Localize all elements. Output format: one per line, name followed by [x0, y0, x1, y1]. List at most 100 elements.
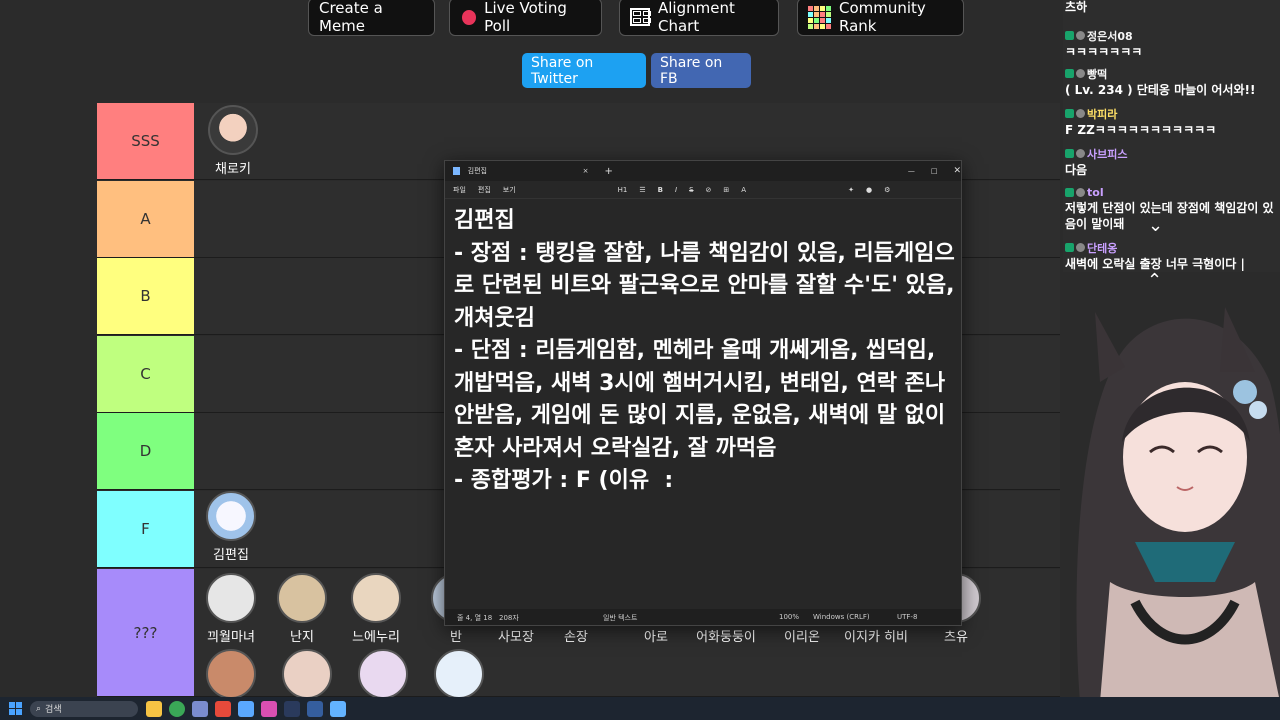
chat-badge-icon	[1065, 188, 1074, 197]
windows-start-icon[interactable]	[9, 702, 22, 715]
tier-label-d: D	[97, 413, 194, 489]
close-icon[interactable]: ✕	[953, 166, 961, 176]
chat-badge-icon	[1076, 69, 1085, 78]
strikethrough-icon[interactable]: S	[689, 186, 693, 194]
avatar	[208, 105, 258, 155]
avatar	[206, 573, 256, 623]
notepad-statusbar: 줄 4, 열 18 208자 일반 텍스트 100% Windows (CRLF…	[445, 609, 961, 625]
chat-text: 다음	[1065, 163, 1088, 177]
chat-badge-icon	[1076, 109, 1085, 118]
alignment-chart-label: Alignment Chart	[658, 0, 735, 35]
tab-close-icon[interactable]: ×	[583, 167, 589, 175]
tier-label-sss: SSS	[97, 103, 194, 179]
chat-badge-icon	[1076, 188, 1085, 197]
avatar[interactable]	[282, 649, 332, 699]
table-icon[interactable]: ⊞	[723, 186, 729, 194]
italic-icon[interactable]: I	[675, 186, 677, 194]
notepad-tab-title[interactable]: 김편집	[468, 166, 563, 176]
tier-label-c: C	[97, 336, 194, 412]
chat-badge-icon	[1076, 243, 1085, 252]
create-meme-label: Create a Meme	[319, 0, 383, 35]
alignment-chart-button[interactable]: Alignment Chart	[619, 0, 779, 36]
item-name: 사모장	[498, 630, 534, 645]
chat-message: tol 저렇게 단점이 있는데 장점에 책임감이 있음이 말이돼	[1065, 185, 1275, 232]
status-chars: 208자	[499, 614, 519, 622]
chat-username-row: 빵떡	[1065, 66, 1275, 81]
app-icon[interactable]	[238, 700, 254, 717]
share-fb-label: Share on FB	[660, 54, 723, 87]
app-icon[interactable]	[307, 700, 323, 717]
chat-username[interactable]: 박피라	[1087, 106, 1117, 122]
account-icon[interactable]: ●	[866, 186, 872, 194]
clear-format-icon[interactable]: A	[741, 186, 746, 194]
notepad-text-area[interactable]: 김편집 - 장점 : 탱킹을 잘함, 나름 책임감이 있음, 리듬게임으로 단련…	[454, 205, 955, 607]
list-icon[interactable]: ☰	[639, 186, 645, 194]
avatar[interactable]	[434, 649, 484, 699]
app-icon[interactable]	[215, 700, 231, 717]
item-name: 끠월마녀	[207, 630, 255, 645]
item-name: 난지	[290, 630, 314, 645]
tier-item-chaeroki[interactable]: 채로키	[194, 105, 272, 177]
heading-dropdown[interactable]: H1	[618, 186, 628, 194]
community-rank-label: Community Rank	[839, 0, 926, 35]
chat-username[interactable]: 정은서08	[1087, 28, 1133, 44]
copilot-icon[interactable]: ✦	[848, 186, 854, 194]
taskbar-search[interactable]: ⌕ 검색	[30, 700, 138, 717]
live-voting-poll-button[interactable]: Live Voting Poll	[449, 0, 602, 36]
chat-message: 단테옹 새벽에 오락실 출장 너무 극혐이다 |	[1065, 240, 1275, 272]
taskbar-apps	[146, 700, 353, 717]
chat-text: 저렇게 단점이 있는데 장점에 책임감이 있음이 말이돼	[1065, 201, 1274, 231]
tier-item-unranked[interactable]: 끠월마녀	[192, 573, 270, 645]
new-tab-icon[interactable]: +	[604, 166, 612, 177]
app-icon[interactable]	[261, 700, 277, 717]
status-position: 줄 4, 열 18	[457, 614, 493, 622]
chat-username[interactable]: 사브피스	[1087, 146, 1127, 162]
settings-gear-icon[interactable]: ⚙	[884, 186, 890, 194]
chrome-icon[interactable]	[169, 700, 185, 717]
item-name: 어화둥둥이	[696, 630, 756, 645]
tier-item-unranked[interactable]: 난지	[263, 573, 341, 645]
folder-icon[interactable]	[146, 700, 162, 717]
status-format: 일반 텍스트	[603, 614, 638, 622]
avatar[interactable]	[206, 649, 256, 699]
avatar[interactable]	[358, 649, 408, 699]
chat-username[interactable]: 빵떡	[1087, 66, 1107, 82]
chat-username-row: 정은서08	[1065, 28, 1275, 43]
notepad-taskbar-icon[interactable]	[330, 700, 346, 717]
live-voting-poll-label: Live Voting Poll	[484, 0, 567, 35]
maximize-icon[interactable]: □	[931, 167, 938, 175]
taskbar: ⌕ 검색	[0, 697, 1280, 720]
menu-view[interactable]: 보기	[503, 185, 516, 195]
item-name: 이지카 히비	[844, 630, 908, 645]
share-fb-button[interactable]: Share on FB	[651, 53, 751, 88]
notepad-icon	[453, 167, 460, 175]
chat-badge-icon	[1065, 109, 1074, 118]
item-name: 반	[450, 630, 462, 645]
chat-username[interactable]: 단테옹	[1087, 240, 1117, 256]
bold-icon[interactable]: B	[658, 186, 663, 194]
search-label: 검색	[45, 705, 62, 715]
tier-item-unranked[interactable]: 느에누리	[337, 573, 415, 645]
stream-screen: Create a Meme Live Voting Poll Alignment…	[0, 0, 1280, 720]
app-icon[interactable]	[284, 700, 300, 717]
chat-username-row: 단테옹	[1065, 240, 1275, 255]
chat-badge-icon	[1065, 69, 1074, 78]
notepad-window[interactable]: 김편집 × + — □ ✕ 파일 편집 보기 H1 ☰ B I S ⊘ ⊞ A …	[444, 160, 962, 626]
tier-label-b: B	[97, 258, 194, 334]
community-rank-button[interactable]: Community Rank	[797, 0, 964, 36]
app-icon[interactable]	[192, 700, 208, 717]
chat-message: 사브피스 다음	[1065, 146, 1275, 178]
minimize-icon[interactable]: —	[908, 167, 915, 175]
menu-edit[interactable]: 편집	[478, 185, 491, 195]
chat-badge-icon	[1065, 31, 1074, 40]
scroll-up-icon[interactable]: ⌄	[1148, 215, 1163, 236]
share-twitter-button[interactable]: Share on Twitter	[522, 53, 646, 88]
chat-text: ( Lv. 234 ) 단테옹 마늘이 어서와!!	[1065, 83, 1256, 97]
notepad-titlebar: 김편집 × + — □ ✕	[445, 161, 961, 181]
tier-item-kimpyeonjip[interactable]: 김편집	[192, 491, 270, 563]
item-name: 아로	[644, 630, 668, 645]
link-icon[interactable]: ⊘	[706, 186, 712, 194]
chat-username[interactable]: tol	[1087, 186, 1104, 199]
menu-file[interactable]: 파일	[453, 185, 466, 195]
create-meme-button[interactable]: Create a Meme	[308, 0, 435, 36]
